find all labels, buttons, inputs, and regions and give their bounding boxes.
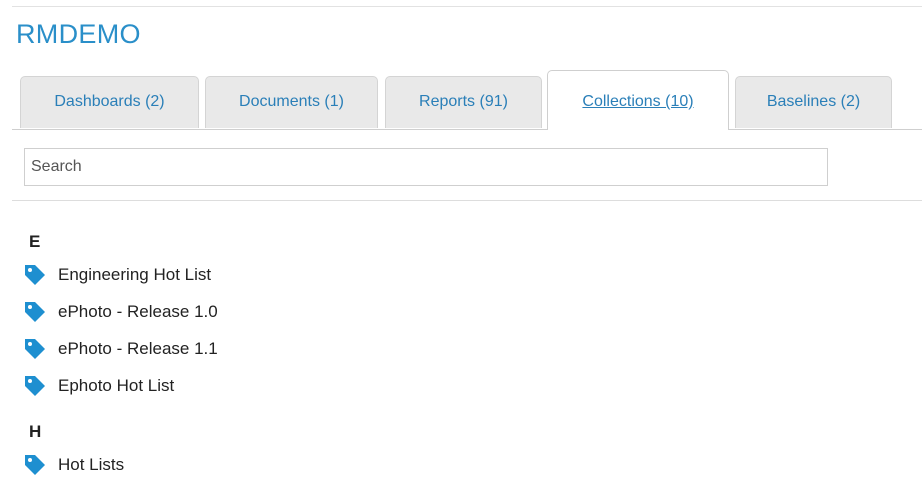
collection-item[interactable]: Engineering Hot List bbox=[24, 256, 218, 293]
top-divider bbox=[12, 6, 922, 7]
tab-bar: Dashboards (2) Documents (1) Reports (91… bbox=[12, 70, 922, 130]
collection-item[interactable]: Hot Lists bbox=[24, 446, 218, 483]
collection-item-label: Ephoto Hot List bbox=[58, 375, 175, 395]
tag-icon bbox=[25, 264, 45, 285]
collection-item[interactable]: ePhoto - Release 1.0 bbox=[24, 293, 218, 330]
list-divider bbox=[12, 200, 922, 201]
collection-item-label: Engineering Hot List bbox=[58, 264, 212, 284]
tag-icon bbox=[25, 301, 45, 322]
tag-icon bbox=[25, 375, 45, 396]
project-title: RMDEMO bbox=[16, 19, 141, 49]
search-input[interactable] bbox=[24, 148, 828, 186]
tab-dashboards[interactable]: Dashboards (2) bbox=[20, 76, 199, 128]
group-letter: H bbox=[29, 422, 42, 441]
search-container bbox=[24, 148, 828, 186]
collection-item-label: ePhoto - Release 1.0 bbox=[58, 301, 218, 321]
collection-item[interactable]: ePhoto - Release 1.1 bbox=[24, 330, 218, 367]
group-letter: E bbox=[29, 232, 41, 251]
collection-item-label: Hot Lists bbox=[58, 454, 125, 474]
tab-reports[interactable]: Reports (91) bbox=[385, 76, 542, 128]
collection-group-h: H Hot Lists bbox=[24, 418, 218, 483]
tab-collections[interactable]: Collections (10) bbox=[547, 70, 729, 130]
collection-item-label: ePhoto - Release 1.1 bbox=[58, 338, 218, 358]
tab-baselines[interactable]: Baselines (2) bbox=[735, 76, 892, 128]
collection-item[interactable]: Ephoto Hot List bbox=[24, 367, 218, 404]
collection-group-e: E Engineering Hot List ePhoto - Release … bbox=[24, 228, 218, 404]
tag-icon bbox=[25, 338, 45, 359]
tab-documents[interactable]: Documents (1) bbox=[205, 76, 378, 128]
collections-list: E Engineering Hot List ePhoto - Release … bbox=[24, 228, 218, 483]
tag-icon bbox=[25, 454, 45, 475]
